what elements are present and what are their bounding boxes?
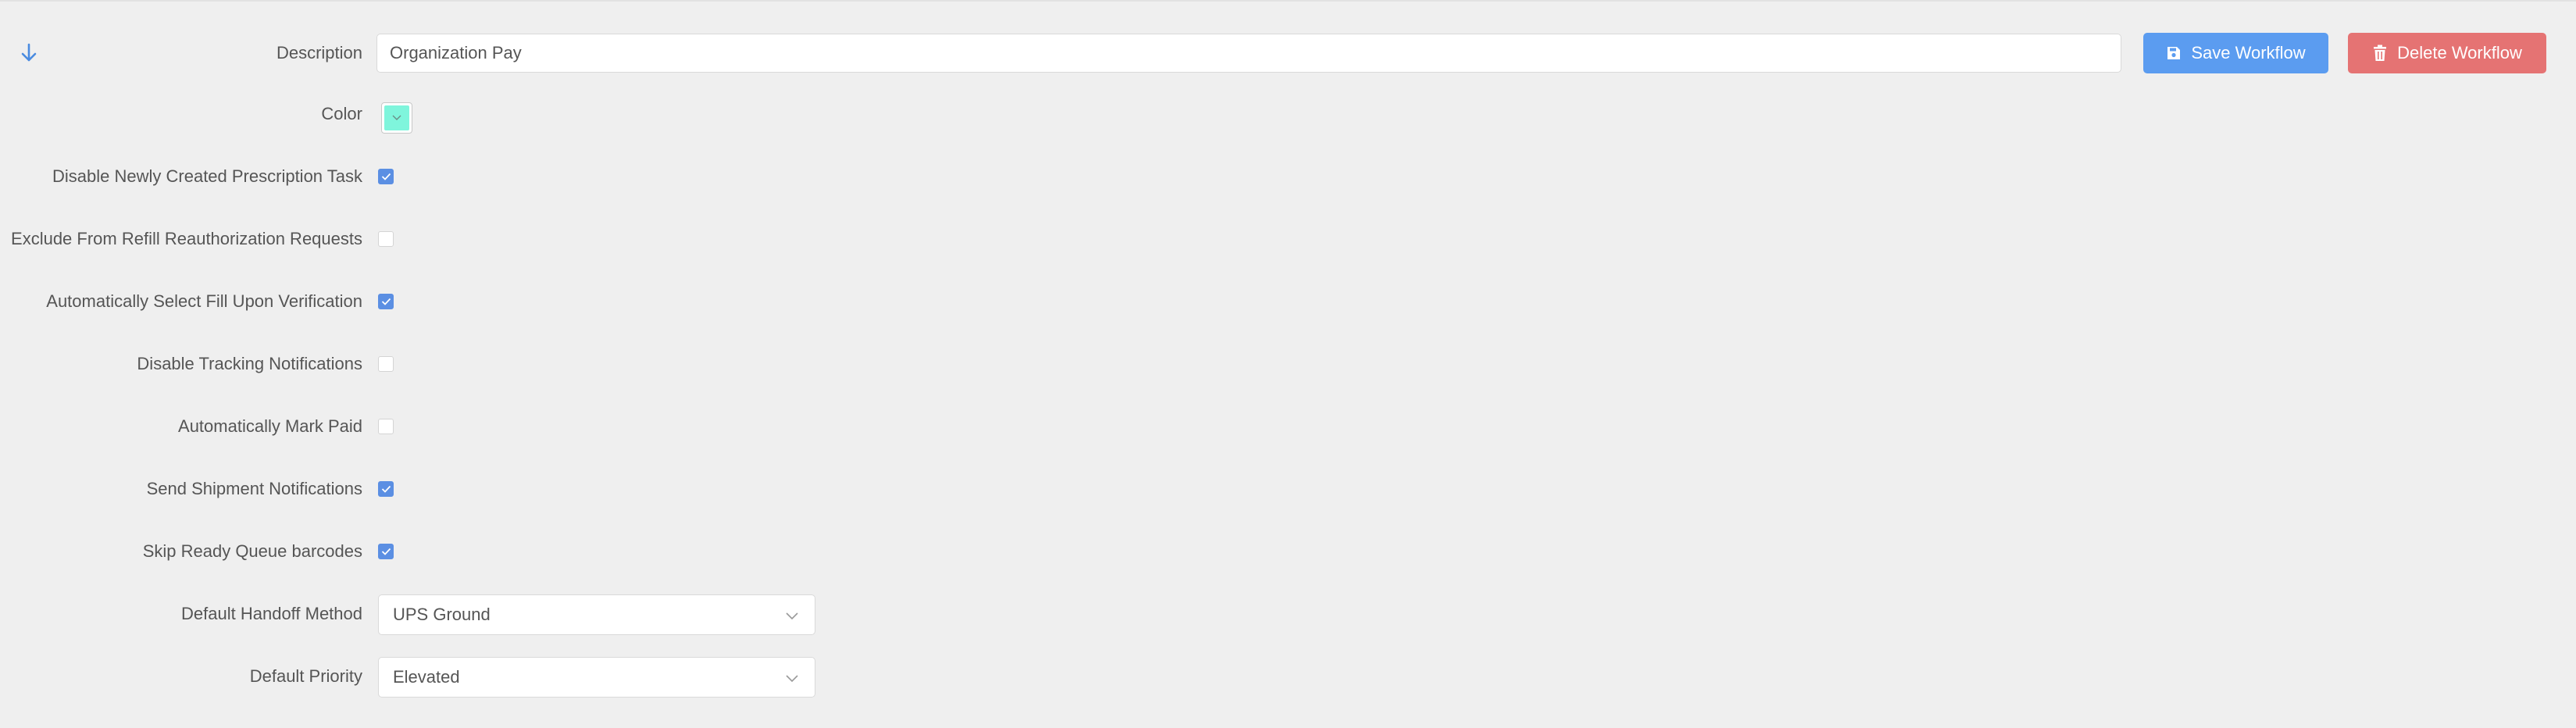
priority-value: Elevated: [393, 667, 460, 687]
delete-workflow-button[interactable]: Delete Workflow: [2348, 33, 2546, 73]
trash-icon: [2374, 45, 2387, 61]
skip-ready-queue-barcodes-checkbox[interactable]: [378, 544, 394, 559]
exclude-refill-reauth-checkbox[interactable]: [378, 231, 394, 247]
checkbox-row: Skip Ready Queue barcodes: [0, 528, 2576, 575]
priority-select[interactable]: Elevated: [378, 657, 815, 698]
chevron-down-icon: [392, 115, 401, 120]
checkbox-row: Exclude From Refill Reauthorization Requ…: [0, 216, 2576, 262]
save-workflow-button[interactable]: Save Workflow: [2143, 33, 2328, 73]
auto-select-fill-checkbox[interactable]: [378, 294, 394, 309]
color-row: Color: [0, 91, 2576, 137]
checkbox-row: Automatically Mark Paid: [0, 403, 2576, 450]
send-shipment-notifications-checkbox[interactable]: [378, 481, 394, 497]
checkmark-icon: [381, 548, 391, 555]
floppy-disk-icon: [2167, 47, 2181, 59]
handoff-method-row: Default Handoff Method UPS Ground: [0, 591, 2576, 637]
checkmark-icon: [381, 173, 391, 180]
checkbox-row: Automatically Select Fill Upon Verificat…: [0, 278, 2576, 325]
description-label: Description: [276, 43, 362, 62]
checkbox-row: Send Shipment Notifications: [0, 466, 2576, 512]
disable-tracking-notifications-checkbox[interactable]: [378, 356, 394, 372]
save-workflow-label: Save Workflow: [2191, 43, 2306, 62]
auto-mark-paid-checkbox[interactable]: [378, 419, 394, 434]
color-swatch-fill: [384, 105, 409, 130]
checkmark-icon: [381, 485, 391, 493]
checkbox-label: Send Shipment Notifications: [146, 479, 362, 498]
description-input[interactable]: [376, 34, 2121, 73]
chevron-down-icon: [786, 612, 798, 620]
color-picker[interactable]: [381, 102, 412, 134]
handoff-method-select[interactable]: UPS Ground: [378, 594, 815, 635]
handoff-method-value: UPS Ground: [393, 605, 491, 624]
chevron-down-icon: [786, 675, 798, 683]
priority-label: Default Priority: [249, 666, 362, 686]
checkbox-label: Exclude From Refill Reauthorization Requ…: [11, 229, 362, 248]
top-divider: [0, 0, 2576, 2]
checkbox-label: Automatically Select Fill Upon Verificat…: [46, 291, 362, 311]
checkbox-label: Disable Newly Created Prescription Task: [52, 166, 362, 186]
checkbox-row: Disable Newly Created Prescription Task: [0, 153, 2576, 200]
description-row: Description Save Workflow Delete Workflo…: [0, 30, 2576, 77]
priority-row: Default Priority Elevated: [0, 653, 2576, 700]
checkbox-label: Skip Ready Queue barcodes: [142, 541, 362, 561]
disable-new-prescription-task-checkbox[interactable]: [378, 169, 394, 184]
delete-workflow-label: Delete Workflow: [2397, 43, 2522, 62]
checkbox-row: Disable Tracking Notifications: [0, 341, 2576, 387]
checkbox-label: Disable Tracking Notifications: [137, 354, 362, 373]
color-label: Color: [321, 104, 362, 123]
checkmark-icon: [381, 298, 391, 305]
handoff-method-label: Default Handoff Method: [181, 604, 362, 623]
checkbox-label: Automatically Mark Paid: [178, 416, 362, 436]
